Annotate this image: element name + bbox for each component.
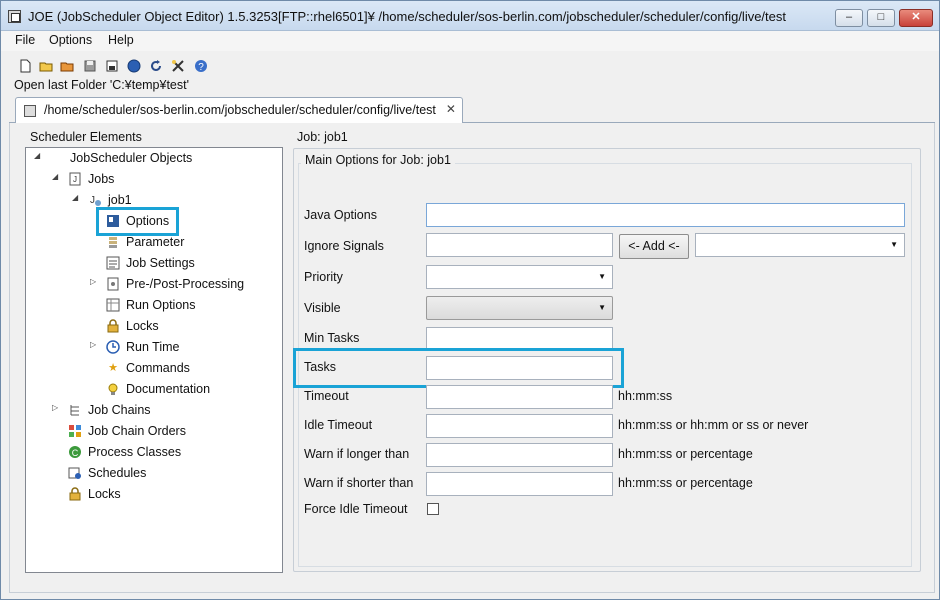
java-options-label: Java Options — [304, 208, 377, 222]
expand-icon[interactable]: ▷ — [90, 277, 100, 291]
clock-icon — [106, 340, 120, 354]
warn-shorter-input[interactable] — [426, 472, 613, 496]
close-button[interactable]: ✕ — [899, 9, 933, 27]
ignore-signals-label: Ignore Signals — [304, 239, 384, 253]
sidebar-title: Scheduler Elements — [30, 130, 142, 144]
tab-label: /home/scheduler/sos-berlin.com/jobschedu… — [44, 103, 436, 117]
processing-icon — [106, 277, 120, 291]
minimize-button[interactable]: – — [835, 9, 863, 27]
tools-icon[interactable] — [171, 59, 185, 73]
group-title: Main Options for Job: job1 — [301, 153, 455, 167]
open-icon[interactable] — [39, 59, 53, 73]
java-options-input[interactable] — [426, 203, 905, 227]
job-chains-icon — [68, 403, 82, 417]
idle-timeout-label: Idle Timeout — [304, 418, 373, 432]
options-highlight-box — [96, 207, 179, 236]
warn-shorter-hint: hh:mm:ss or percentage — [618, 476, 753, 490]
lightbulb-icon — [106, 382, 120, 396]
process-class-icon: C — [68, 445, 82, 459]
idle-timeout-hint: hh:mm:ss or hh:mm or ss or never — [618, 418, 809, 432]
job-icon: J — [88, 193, 102, 207]
force-idle-timeout-label: Force Idle Timeout — [304, 502, 408, 516]
help-icon[interactable]: ? — [194, 59, 208, 73]
add-signal-button[interactable]: <- Add <- — [619, 234, 689, 259]
menu-options[interactable]: Options — [49, 33, 92, 47]
warn-longer-input[interactable] — [426, 443, 613, 467]
run-options-icon — [106, 298, 120, 312]
tab-icon — [24, 105, 36, 117]
menu-help[interactable]: Help — [108, 33, 134, 47]
app-icon — [8, 10, 21, 23]
visible-label: Visible — [304, 301, 341, 315]
save-as-icon[interactable] — [105, 59, 119, 73]
parameter-icon — [106, 235, 120, 249]
priority-select[interactable]: ▼ — [426, 265, 613, 289]
svg-text:?: ? — [198, 62, 204, 73]
folder-status: Open last Folder 'C:¥temp¥test' — [14, 78, 189, 92]
tab-live-test[interactable]: /home/scheduler/sos-berlin.com/jobschedu… — [15, 97, 463, 124]
min-tasks-label: Min Tasks — [304, 331, 360, 345]
timeout-hint: hh:mm:ss — [618, 389, 673, 403]
orders-icon — [68, 424, 82, 438]
new-icon[interactable] — [18, 59, 32, 73]
web-icon[interactable] — [127, 59, 141, 73]
warn-shorter-label: Warn if shorter than — [304, 476, 414, 490]
timeout-label: Timeout — [304, 389, 349, 403]
visible-select[interactable]: ▼ — [426, 296, 613, 320]
expand-icon[interactable]: ◢ — [52, 172, 62, 186]
star-icon: ★ — [108, 362, 118, 374]
force-idle-timeout-checkbox[interactable] — [427, 503, 439, 515]
settings-icon — [106, 256, 120, 270]
svg-text:C: C — [72, 448, 79, 458]
lock-icon — [106, 319, 120, 333]
save-icon[interactable] — [83, 59, 97, 73]
jobs-icon: J — [68, 172, 82, 186]
toolbar: ? — [1, 55, 939, 77]
open-folder-icon[interactable] — [60, 59, 74, 73]
signal-select[interactable]: ▼ — [695, 233, 905, 257]
chevron-down-icon: ▼ — [890, 240, 898, 249]
tab-bar: /home/scheduler/sos-berlin.com/jobschedu… — [9, 97, 935, 124]
expand-icon[interactable]: ▷ — [90, 340, 100, 354]
close-icon[interactable]: ✕ — [446, 102, 456, 116]
tasks-highlight-box — [293, 348, 624, 388]
menu-file[interactable]: File — [15, 33, 35, 47]
title-bar[interactable]: JOE (JobScheduler Object Editor) 1.5.325… — [1, 1, 939, 31]
menu-bar: File Options Help — [1, 31, 939, 51]
expand-icon[interactable]: ◢ — [72, 193, 82, 207]
ignore-signals-input[interactable] — [426, 233, 613, 257]
lock-icon — [68, 487, 82, 501]
idle-timeout-input[interactable] — [426, 414, 613, 438]
expand-icon[interactable]: ◢ — [34, 151, 44, 165]
job-label: Job: job1 — [297, 130, 348, 144]
window-title: JOE (JobScheduler Object Editor) 1.5.325… — [28, 9, 786, 24]
chevron-down-icon: ▼ — [598, 272, 606, 281]
chevron-down-icon: ▼ — [598, 303, 606, 312]
priority-label: Priority — [304, 270, 343, 284]
schedule-icon — [68, 466, 82, 480]
svg-text:J: J — [90, 195, 95, 206]
warn-longer-hint: hh:mm:ss or percentage — [618, 447, 753, 461]
app-window: JOE (JobScheduler Object Editor) 1.5.325… — [0, 0, 940, 600]
reload-icon[interactable] — [149, 59, 163, 73]
expand-icon[interactable]: ▷ — [52, 403, 62, 417]
svg-text:J: J — [73, 175, 77, 184]
maximize-button[interactable]: □ — [867, 9, 895, 27]
warn-longer-label: Warn if longer than — [304, 447, 410, 461]
timeout-input[interactable] — [426, 385, 613, 409]
